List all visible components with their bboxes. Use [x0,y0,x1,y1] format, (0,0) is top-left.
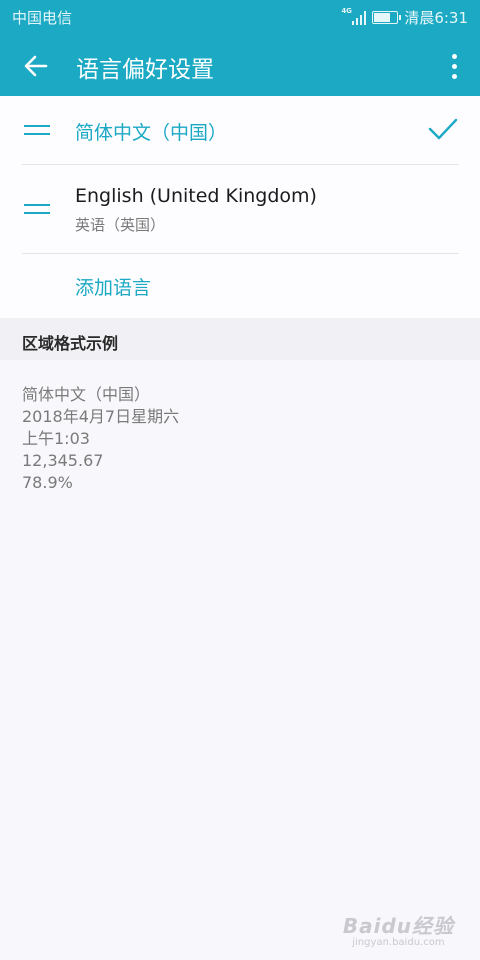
language-item-en-gb[interactable]: English (United Kingdom) 英语（英国） [0,165,480,253]
signal-icon: 4G [341,7,367,25]
watermark-url: jingyan.baidu.com [352,937,445,948]
language-label: 简体中文（中国） [75,122,228,144]
carrier-name: 中国电信 [12,9,73,27]
section-header-label: 区域格式示例 [22,334,119,353]
watermark: Baidu经验 jingyan.baidu.com [343,910,454,948]
status-time: 清晨6:31 [404,9,468,27]
language-label: English (United Kingdom) [75,185,317,207]
arrow-left-icon[interactable] [18,48,54,84]
drag-handle-icon[interactable] [24,125,50,135]
section-header: 区域格式示例 [0,318,480,360]
language-item-zh-cn[interactable]: 简体中文（中国） [0,96,480,164]
language-sublabel: 英语（英国） [75,216,166,234]
example-number: 12,345.67 [22,451,104,470]
example-time: 上午1:03 [22,429,90,448]
checkmark-icon [428,116,458,142]
more-vertical-icon[interactable] [442,48,466,84]
example-language: 简体中文（中国） [22,385,151,404]
region-format-examples: 简体中文（中国） 2018年4月7日星期六 上午1:03 12,345.67 7… [22,384,179,494]
network-type-tag: 4G [341,6,352,15]
status-icons: 4G 清晨6:31 [341,7,468,28]
app-bar: 语言偏好设置 [0,34,480,96]
battery-icon [372,11,402,24]
page-title: 语言偏好设置 [76,57,214,83]
add-language-label: 添加语言 [75,277,152,299]
watermark-logo: Baidu经验 [342,914,454,938]
example-date: 2018年4月7日星期六 [22,407,180,426]
language-list: 简体中文（中国） English (United Kingdom) 英语（英国）… [0,96,480,318]
example-percent: 78.9% [22,473,73,492]
drag-handle-icon[interactable] [24,204,50,214]
status-bar: 中国电信 4G 清晨6:31 [0,0,480,34]
add-language-button[interactable]: 添加语言 [0,254,480,318]
